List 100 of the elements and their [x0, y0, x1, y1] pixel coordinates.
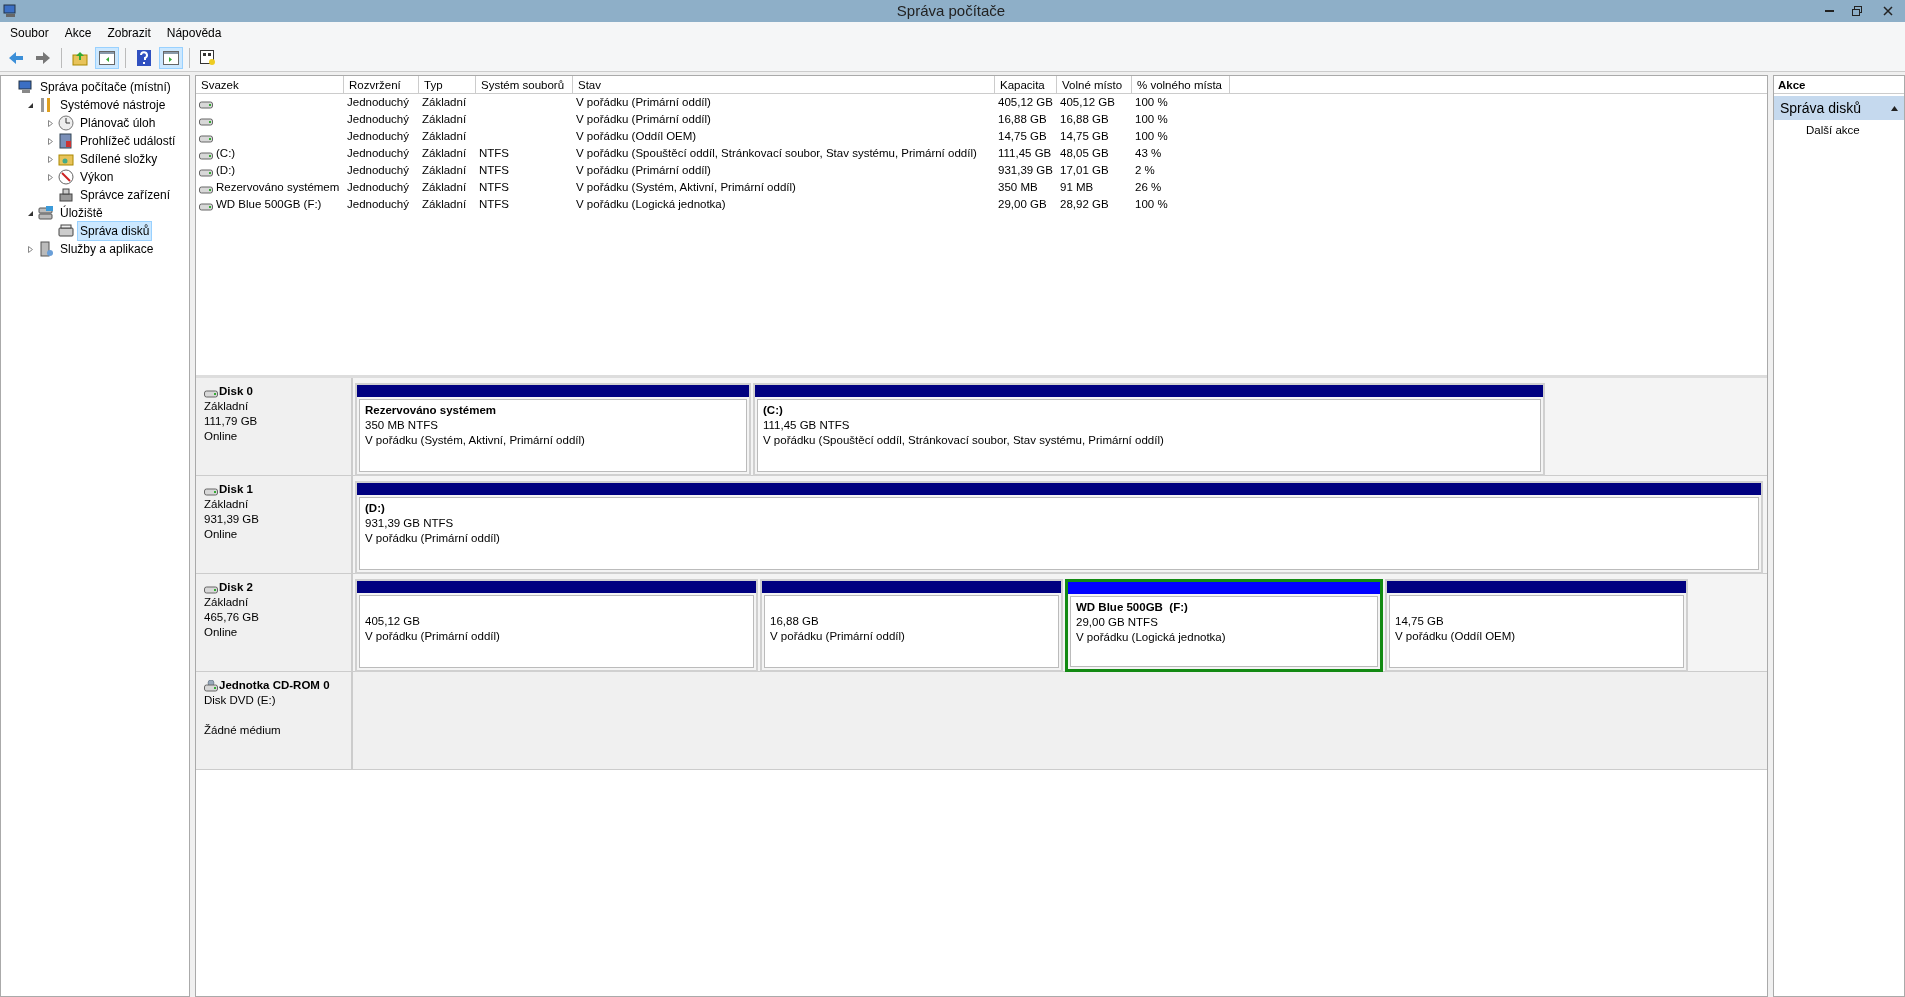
shared-folder-icon	[58, 151, 74, 167]
table-cell-text: Základní	[422, 162, 467, 178]
partition-block[interactable]: 16,88 GB V pořádku (Primární oddíl)	[760, 579, 1063, 672]
table-cell-text: 29,00 GB	[998, 196, 1047, 212]
partition-size: 931,39 GB NTFS	[365, 516, 455, 531]
table-cell-text: V pořádku (Logická jednotka)	[576, 196, 726, 212]
disk-name: Jednotka CD-ROM 0	[219, 678, 330, 693]
disk-info: 111,79 GB	[204, 414, 259, 429]
disk-info: Online	[204, 625, 239, 640]
column-header[interactable]: Kapacita	[995, 76, 1057, 93]
column-header[interactable]: % volného místa	[1132, 76, 1230, 93]
tree-item[interactable]: Správa disků	[77, 221, 153, 241]
table-cell-text: 405,12 GB	[1060, 94, 1115, 110]
table-cell-text: NTFS	[479, 162, 510, 178]
tree-item[interactable]: Úložiště	[57, 203, 106, 223]
partition-status: V pořádku (Oddíl OEM)	[1395, 629, 1517, 644]
expand-arrow-icon[interactable]	[46, 173, 54, 181]
menu-item[interactable]: Nápověda	[158, 24, 230, 42]
table-cell-text: 91 MB	[1060, 179, 1094, 195]
partition-status: V pořádku (Primární oddíl)	[365, 531, 501, 546]
table-cell-text: Jednoduchý	[347, 111, 410, 127]
partition-block[interactable]: WD Blue 500GB (F:) 29,00 GB NTFS V pořádku (Logická jednotka)	[1065, 579, 1383, 672]
actions-section-header[interactable]: Správa disků	[1774, 96, 1904, 120]
disk-info: Online	[204, 527, 239, 542]
column-header[interactable]: Volné místo	[1057, 76, 1132, 93]
table-cell-text: V pořádku (Primární oddíl)	[576, 111, 711, 127]
partition-block[interactable]: 14,75 GB V pořádku (Oddíl OEM)	[1385, 579, 1688, 672]
toolbar-button[interactable]	[159, 46, 183, 69]
tree-item[interactable]: Služby a aplikace	[57, 239, 157, 259]
column-header[interactable]: Svazek	[196, 76, 344, 93]
clock-icon	[58, 115, 74, 131]
disk-info: Základní	[204, 399, 250, 414]
partition-status: V pořádku (Logická jednotka)	[1076, 630, 1227, 645]
partition-block[interactable]: (D:) 931,39 GB NTFS V pořádku (Primární oddíl)	[355, 481, 1763, 574]
window-title: Správa počítače	[896, 0, 1006, 21]
table-cell-text: NTFS	[479, 179, 510, 195]
expand-arrow-icon[interactable]	[26, 245, 34, 253]
table-cell-text: Jednoduchý	[347, 179, 410, 195]
partition-block[interactable]: Rezervováno systémem 350 MB NTFS V pořádku (Systém, Aktivní, Primární oddíl)	[355, 383, 751, 476]
disk-info: 931,39 GB	[204, 512, 260, 527]
tree-item[interactable]: Plánovač úloh	[77, 113, 159, 133]
table-cell-text: 350 MB	[998, 179, 1038, 195]
tree-item[interactable]: Správa počítače (místní)	[37, 77, 174, 97]
table-cell-text: 100 %	[1135, 94, 1168, 110]
action-link[interactable]: Další akce	[1774, 120, 1904, 140]
table-cell-text: (D:)	[216, 162, 236, 178]
partition-status: V pořádku (Primární oddíl)	[770, 629, 906, 644]
table-cell-text: 2 %	[1135, 162, 1155, 178]
tree-item[interactable]: Výkon	[77, 167, 117, 187]
console-tree-icon	[99, 50, 115, 65]
restore-icon	[1852, 6, 1862, 16]
printer-icon	[58, 187, 74, 203]
help-icon	[137, 49, 151, 66]
expand-arrow-icon[interactable]	[46, 155, 54, 163]
partition-status: V pořádku (Primární oddíl)	[365, 629, 501, 644]
menu-item[interactable]: Zobrazit	[99, 24, 159, 42]
disk-name: Disk 2	[219, 580, 253, 595]
tree-item[interactable]: Prohlížeč událostí	[77, 131, 179, 151]
forward-arrow-icon	[35, 50, 51, 65]
expand-arrow-icon[interactable]	[46, 119, 54, 127]
tree-item[interactable]: Systémové nástroje	[57, 95, 169, 115]
partition-name: (D:)	[365, 501, 386, 516]
column-header[interactable]: Systém souborů	[476, 76, 573, 93]
partition-size: 350 MB NTFS	[365, 418, 439, 433]
actions-title: Akce	[1774, 76, 1904, 94]
tree-item[interactable]: Správce zařízení	[77, 185, 174, 205]
collapse-arrow-icon[interactable]	[26, 209, 34, 217]
menu-item[interactable]: Soubor	[2, 24, 57, 42]
table-cell-text: V pořádku (Systém, Aktivní, Primární oddíl)	[576, 179, 796, 195]
table-cell-text: 17,01 GB	[1060, 162, 1109, 178]
table-cell-text: Jednoduchý	[347, 196, 410, 212]
column-header[interactable]: Typ	[419, 76, 476, 93]
table-cell-text: V pořádku (Oddíl OEM)	[576, 128, 697, 144]
column-header[interactable]: Rozvržení	[344, 76, 419, 93]
disk-name: Disk 0	[219, 384, 253, 399]
table-cell-text: Základní	[422, 196, 467, 212]
table-cell-text: Základní	[422, 128, 467, 144]
disk-info: 465,76 GB	[204, 610, 260, 625]
menu-item[interactable]: Akce	[56, 24, 100, 42]
table-cell-text: V pořádku (Primární oddíl)	[576, 94, 711, 110]
storage-icon	[38, 205, 54, 221]
table-cell-text: Základní	[422, 111, 467, 127]
expand-arrow-icon[interactable]	[46, 137, 54, 145]
table-cell-text: 100 %	[1135, 111, 1168, 127]
action-pane-icon	[163, 50, 179, 65]
table-cell-text: Základní	[422, 94, 467, 110]
table-cell-text: Základní	[422, 179, 467, 195]
table-cell-text: 16,88 GB	[1060, 111, 1109, 127]
disk-info: Disk DVD (E:)	[204, 693, 277, 708]
collapse-arrow-icon[interactable]	[26, 101, 34, 109]
table-cell-text: 100 %	[1135, 128, 1168, 144]
cd-drive-icon	[204, 679, 218, 692]
partition-block[interactable]: (C:) 111,45 GB NTFS V pořádku (Spouštěcí oddíl, Stránkovací soubor, Stav systému, Primární oddíl)	[753, 383, 1545, 476]
partition-name: Rezervováno systémem	[365, 403, 498, 418]
toolbar-button[interactable]	[95, 46, 119, 69]
table-cell-text: Jednoduchý	[347, 145, 410, 161]
partition-block[interactable]: 405,12 GB V pořádku (Primární oddíl)	[355, 579, 758, 672]
column-header[interactable]: Stav	[573, 76, 995, 93]
table-cell-text: 111,45 GB	[998, 145, 1052, 161]
tree-item[interactable]: Sdílené složky	[77, 149, 161, 169]
